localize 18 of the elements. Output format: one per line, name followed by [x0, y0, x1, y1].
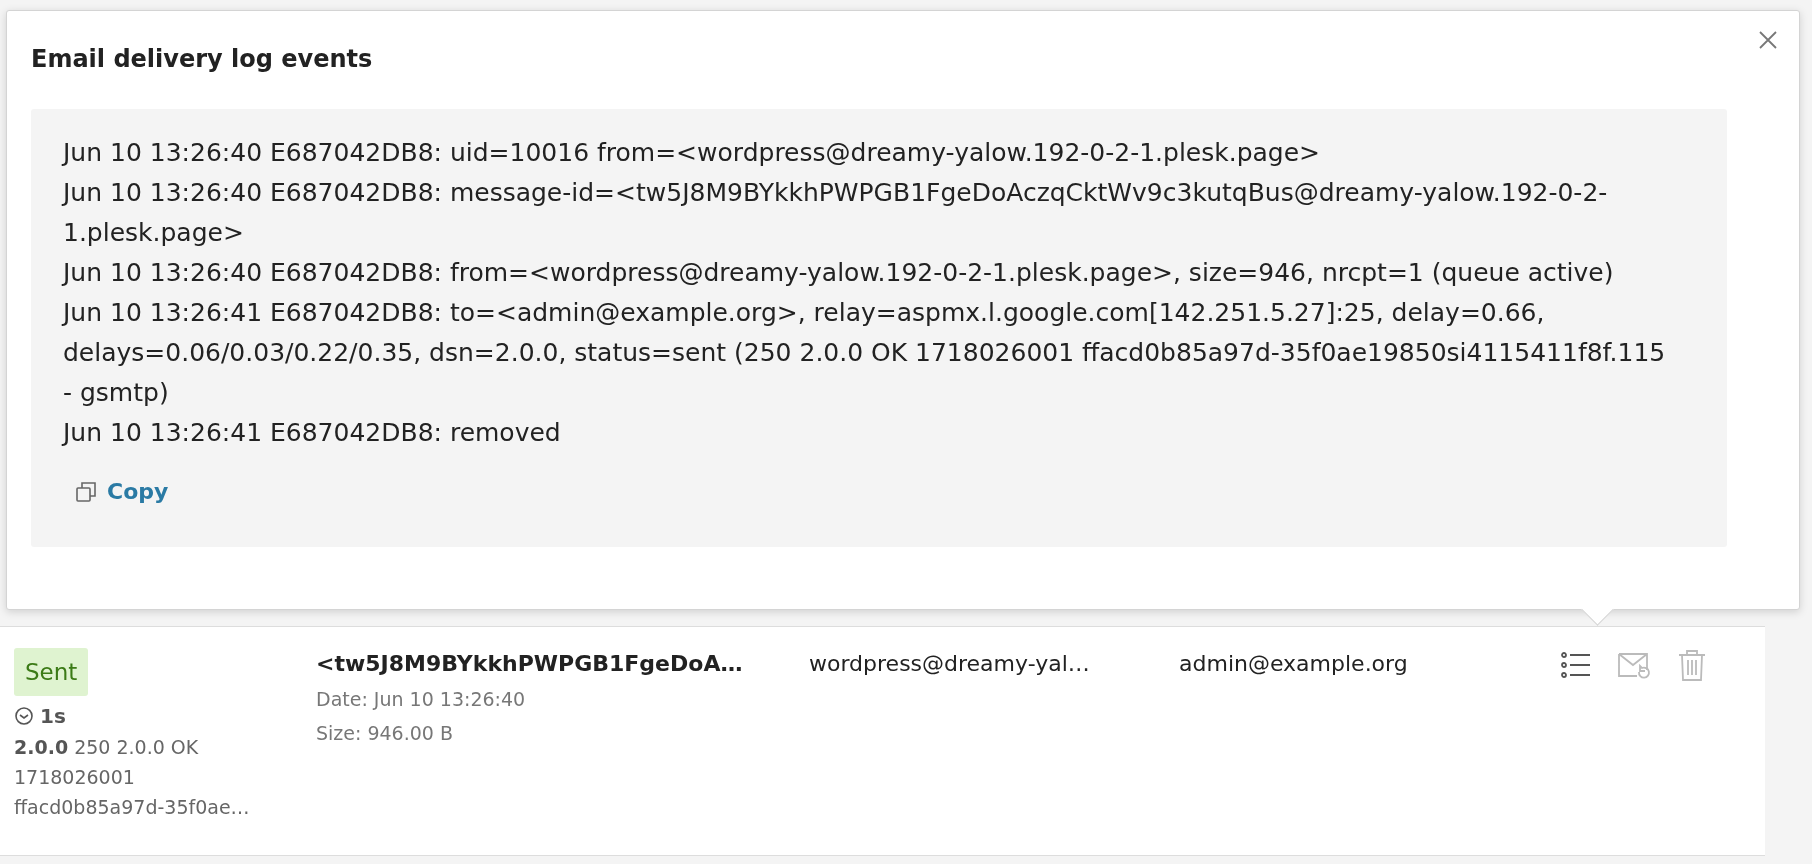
log-line: Jun 10 13:26:40 E687042DB8: uid=10016 from=<wordpress@dreamy-yalow.192-0-2-1.plesk.page> — [63, 137, 1322, 169]
log-line: Jun 10 13:26:40 E687042DB8: message-id=<tw5J8M9BYkkhPWPGB1FgeDoAczqCktWv9c3kutqBus@dreamy-yalow.192-0-2-1.plesk.page> — [63, 177, 1609, 249]
clock-icon — [14, 706, 34, 726]
size-text: Size: 946.00 B — [316, 722, 454, 744]
log-line: Jun 10 13:26:41 E687042DB8: to=<admin@example.org>, relay=aspmx.l.google.com[142.251.5.27]:25, delay=0.66, delays=0.06/0.03/0.22/0.35, dsn=2.0.0, status=sent (250 2.0.0 OK 1718026001 ffacd0b85a97d-35f0ae19850si4115411f8f.115 - gsmtp) — [63, 297, 1667, 409]
status-badge: Sent — [14, 648, 89, 696]
close-icon[interactable] — [1759, 31, 1777, 49]
duration-text: 1s — [40, 704, 66, 728]
log-line: Jun 10 13:26:40 E687042DB8: from=<wordpress@dreamy-yalow.192-0-2-1.plesk.page>, size=946, nrcpt=1 (queue active) — [63, 257, 1615, 289]
sender-text: wordpress@dreamy-yal… — [809, 651, 1090, 676]
copy-button[interactable]: Copy — [63, 479, 169, 504]
copy-icon — [75, 480, 97, 503]
dialog-title: Email delivery log events — [31, 45, 373, 73]
recipient-text: admin@example.org — [1179, 651, 1408, 676]
response-text: 2.0.0 250 2.0.0 OK 1718026001 ffacd0b85a97d-35f0ae… — [14, 735, 251, 820]
date-text: Date: Jun 10 13:26:40 — [316, 688, 527, 710]
log-line: Jun 10 13:26:41 E687042DB8: removed — [63, 417, 562, 449]
message-id: <tw5J8M9BYkkhPWPGB1FgeDoA… — [316, 651, 744, 676]
